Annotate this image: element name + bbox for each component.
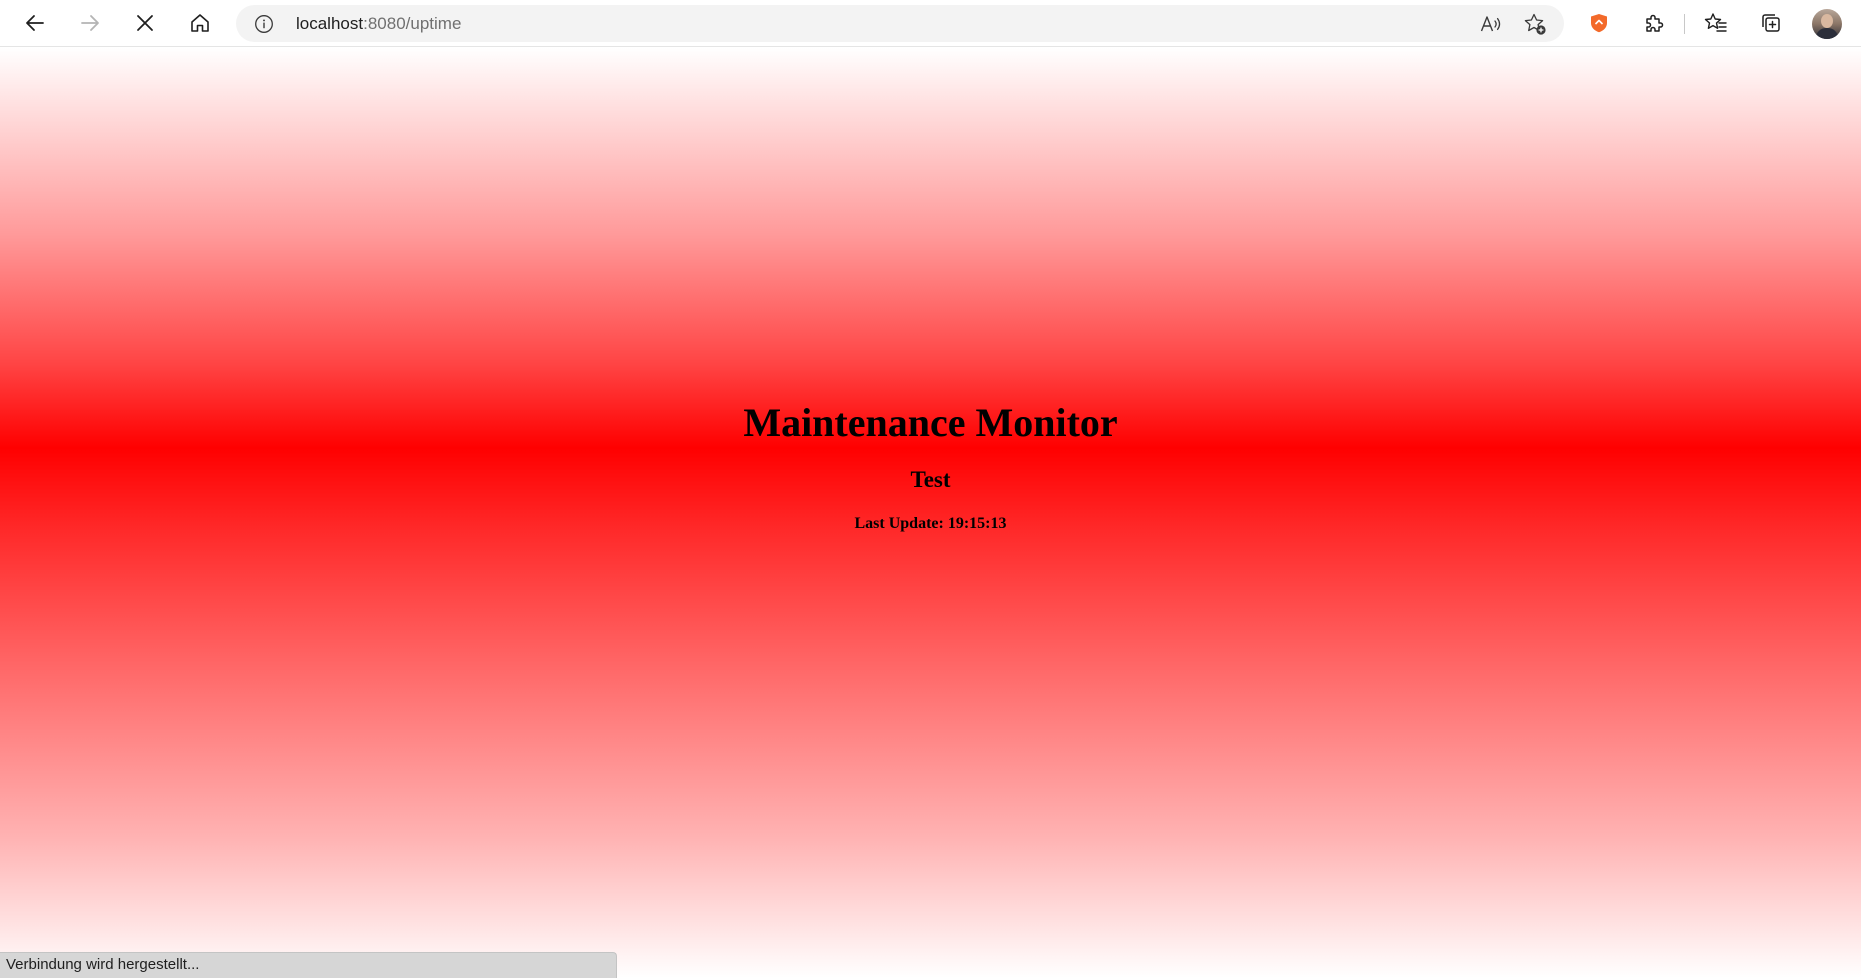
stop-loading-button[interactable] — [126, 4, 164, 42]
page-title: Maintenance Monitor — [743, 400, 1118, 445]
shield-extension-icon — [1591, 14, 1607, 33]
profile-avatar[interactable] — [1812, 9, 1842, 39]
toolbar-divider — [1684, 14, 1685, 34]
url-path: :8080/uptime — [363, 14, 462, 33]
last-update-text: Last Update: 19:15:13 — [854, 515, 1007, 532]
url-host: localhost — [296, 14, 364, 33]
favorites-button[interactable] — [1697, 4, 1735, 42]
back-button[interactable] — [16, 4, 54, 42]
back-arrow-icon — [26, 15, 44, 31]
avatar-body — [1816, 28, 1838, 39]
collections-button[interactable] — [1752, 4, 1790, 42]
avatar-face — [1821, 14, 1833, 28]
read-aloud-icon[interactable] — [1479, 12, 1503, 36]
info-icon[interactable] — [254, 14, 274, 34]
status-bubble: Verbindung wird hergestellt... — [0, 952, 617, 978]
home-icon — [191, 14, 209, 32]
url-text[interactable]: localhost:8080/uptime — [296, 5, 461, 42]
browser-toolbar: localhost:8080/uptime — [0, 0, 1861, 47]
address-bar[interactable]: localhost:8080/uptime — [236, 5, 1564, 42]
monitor-subtitle: Test — [910, 467, 951, 492]
stop-loading-icon — [137, 15, 153, 31]
page-viewport: Maintenance Monitor Test Last Update: 19… — [0, 48, 1861, 978]
collections-icon — [1762, 14, 1780, 32]
favorites-icon — [1704, 13, 1727, 32]
shield-extension-button[interactable] — [1580, 4, 1618, 42]
browser-window: localhost:8080/uptime Maintenance Monito… — [0, 0, 1861, 978]
puzzle-extensions-icon — [1646, 14, 1664, 32]
home-button[interactable] — [181, 4, 219, 42]
monitor-content: Maintenance Monitor Test Last Update: 19… — [0, 393, 1861, 535]
forward-button[interactable] — [71, 4, 109, 42]
extensions-button[interactable] — [1635, 4, 1673, 42]
forward-arrow-icon — [81, 15, 99, 31]
add-favorite-icon[interactable] — [1523, 12, 1547, 36]
